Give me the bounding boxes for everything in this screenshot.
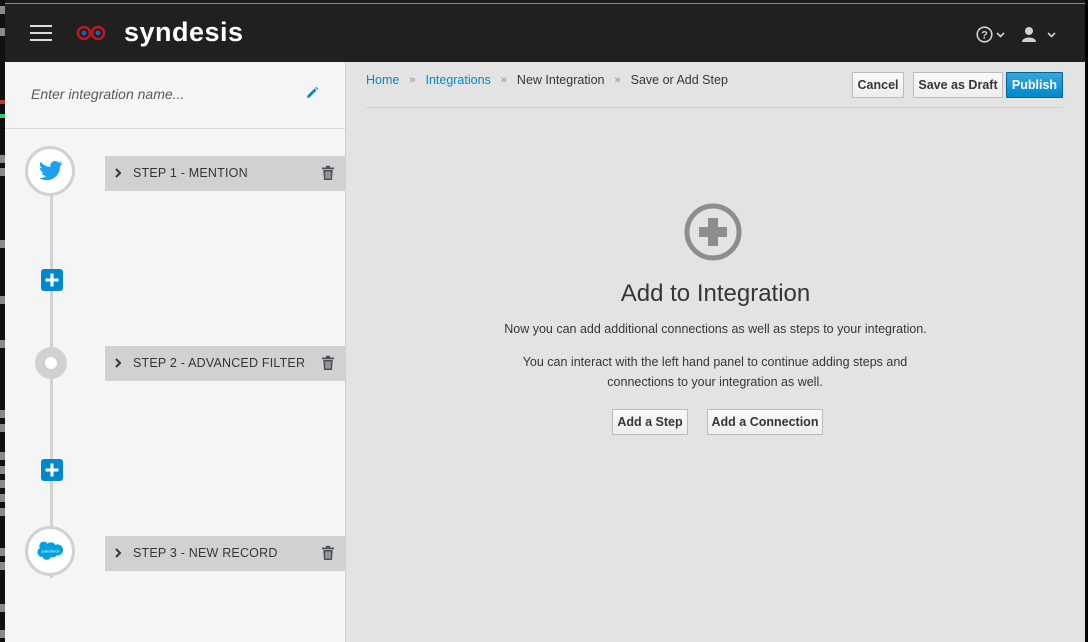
hamburger-menu-icon[interactable] xyxy=(30,25,52,41)
user-icon xyxy=(1022,26,1036,42)
app-window: syndesis ? Enter integration name... STE… xyxy=(5,4,1085,642)
add-step-plus-button[interactable] xyxy=(41,269,63,291)
integration-flow-panel: STEP 1 - MENTION STEP 2 - ADVANCED FILTE… xyxy=(5,62,346,642)
user-menu-button[interactable] xyxy=(1021,23,1056,45)
trash-icon[interactable] xyxy=(321,355,335,371)
step-2-bar[interactable]: STEP 2 - ADVANCED FILTER xyxy=(105,346,345,381)
plus-icon xyxy=(45,273,59,287)
twitter-icon xyxy=(39,161,63,181)
add-step-plus-button[interactable] xyxy=(41,459,63,481)
help-icon: ? xyxy=(976,25,993,43)
integration-name-row xyxy=(5,62,345,129)
breadcrumb-new-integration: New Integration xyxy=(516,73,605,87)
save-as-draft-button[interactable]: Save as Draft xyxy=(913,72,1003,98)
empty-state-title: Add to Integration xyxy=(620,280,811,307)
breadcrumb-separator-icon: » xyxy=(614,74,621,86)
empty-state-text-1: Now you can add additional connections a… xyxy=(504,322,927,336)
cancel-button[interactable]: Cancel xyxy=(852,72,904,98)
chevron-right-icon xyxy=(115,168,122,178)
chevron-down-icon xyxy=(996,31,1005,38)
breadcrumb-home-link[interactable]: Home xyxy=(366,73,399,87)
step-1-node[interactable] xyxy=(25,146,75,196)
integration-name-input[interactable] xyxy=(31,82,301,106)
pencil-icon[interactable] xyxy=(305,86,319,100)
step-1-bar[interactable]: STEP 1 - MENTION xyxy=(105,156,345,191)
chevron-right-icon xyxy=(115,548,122,558)
step-3-node[interactable]: salesforce xyxy=(25,526,75,576)
empty-state-text-2: You can interact with the left hand pane… xyxy=(522,355,908,389)
chevron-down-icon xyxy=(1047,31,1056,38)
salesforce-icon: salesforce xyxy=(37,541,64,560)
add-circle-icon xyxy=(684,203,742,261)
svg-text:?: ? xyxy=(981,29,988,41)
syndesis-logo-icon xyxy=(76,25,106,41)
plus-icon xyxy=(45,463,59,477)
toolbar-divider xyxy=(366,107,1063,108)
breadcrumb-separator-icon: » xyxy=(409,74,416,86)
main-content: Home » Integrations » New Integration » … xyxy=(346,62,1085,642)
salesforce-logo-text: salesforce xyxy=(41,549,60,554)
step-2-label: STEP 2 - ADVANCED FILTER xyxy=(133,356,306,370)
trash-icon[interactable] xyxy=(321,545,335,561)
step-2-node[interactable] xyxy=(35,347,67,379)
top-navbar: syndesis ? xyxy=(5,4,1085,62)
breadcrumb-separator-icon: » xyxy=(500,74,507,86)
breadcrumb-integrations-link[interactable]: Integrations xyxy=(425,73,490,87)
breadcrumb-current: Save or Add Step xyxy=(630,73,728,87)
step-3-bar[interactable]: STEP 3 - NEW RECORD xyxy=(105,536,345,571)
publish-button[interactable]: Publish xyxy=(1006,72,1063,98)
add-a-step-button[interactable]: Add a Step xyxy=(612,409,688,435)
add-a-connection-button[interactable]: Add a Connection xyxy=(707,409,823,435)
breadcrumb: Home » Integrations » New Integration » … xyxy=(366,73,728,87)
trash-icon[interactable] xyxy=(321,165,335,181)
help-menu-button[interactable]: ? xyxy=(976,23,1005,45)
chevron-right-icon xyxy=(115,358,122,368)
brand-name[interactable]: syndesis xyxy=(124,17,244,48)
step-1-label: STEP 1 - MENTION xyxy=(133,166,248,180)
step-3-label: STEP 3 - NEW RECORD xyxy=(133,546,278,560)
